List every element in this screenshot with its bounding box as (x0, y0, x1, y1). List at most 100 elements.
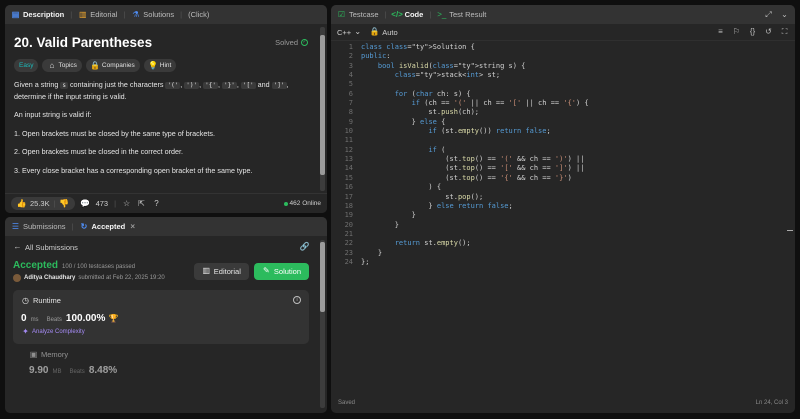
editorial-button[interactable]: ▥ Editorial (193, 262, 249, 280)
problem-title: 20. Valid Parentheses (14, 35, 153, 50)
memory-unit: MB (52, 369, 62, 375)
tab-divider: | (123, 10, 126, 19)
runtime-value: 0 (21, 313, 27, 324)
chevron-down-icon[interactable]: ⌄ (780, 10, 789, 19)
tab-editorial-label: Editorial (90, 10, 118, 19)
code-editor[interactable]: 1 class class="ty">Solution {2 public: 3 bo… (331, 43, 785, 393)
line-number: 24 (344, 257, 353, 266)
rule-item: 3. Every close bracket has a correspondi… (14, 165, 253, 175)
line-number: 8 (348, 108, 353, 117)
tab-submissions[interactable]: ☰ Submissions (11, 222, 66, 231)
chevron-down-icon: ⌄ (354, 27, 362, 36)
code-line[interactable]: 19 } (331, 211, 785, 220)
code-text: } else return false; (361, 201, 513, 210)
scroll-thumb[interactable] (320, 35, 325, 175)
tab-divider: | (71, 222, 74, 231)
bookmark-icon[interactable]: ⚐ (732, 28, 741, 37)
code-line[interactable]: 21 (331, 230, 785, 239)
all-submissions-link[interactable]: ← All Submissions (13, 243, 78, 252)
star-icon[interactable]: ☆ (122, 199, 131, 208)
analyze-label: Analyze Complexity (32, 328, 85, 335)
accepted-status: Accepted (13, 260, 59, 271)
online-count: 462 Online (289, 200, 321, 207)
code-text: if (st.empty()) return false; (428, 127, 551, 136)
description-scrollbar[interactable] (320, 27, 325, 191)
code-line[interactable]: 12 if ( (331, 146, 785, 155)
valid-intro: An input string is valid if: (14, 110, 92, 119)
code-line[interactable]: 11 (331, 136, 785, 145)
tab-solutions[interactable]: ⚗ Solutions (131, 10, 174, 19)
code-line[interactable]: 23 } (331, 249, 785, 258)
auto-mode[interactable]: 🔒 Auto (370, 28, 398, 37)
line-number: 4 (348, 71, 353, 80)
reset-icon[interactable]: ↺ (764, 28, 773, 37)
code-line[interactable]: 6 for (char ch: s) { (331, 90, 785, 99)
inline-code: ')' (184, 82, 200, 89)
code-line[interactable]: 4 class="ty">stack<int> st; (331, 71, 785, 80)
description-tabbar: ▤ Description | ▥ Editorial | ⚗ Solution… (5, 5, 327, 24)
link-icon[interactable]: 🔗 (300, 243, 310, 252)
code-line[interactable]: 9 } else { (331, 118, 785, 127)
code-line[interactable]: 22 return st.empty(); (331, 239, 785, 248)
code-line[interactable]: 2 public: (331, 52, 785, 61)
help-icon[interactable]: ? (152, 199, 161, 208)
braces-icon[interactable]: {} (748, 28, 757, 37)
memory-card: ▣ Memory 9.90 MB Beats 8.48% (13, 344, 309, 382)
code-line[interactable]: 14 (st.top() == '[' && ch == ']') || (331, 164, 785, 173)
thumbs-down-icon[interactable]: 👎 (59, 199, 69, 208)
tab-accepted-label: Accepted (91, 222, 126, 231)
tab-testcase[interactable]: ☑ Testcase (337, 10, 379, 19)
submission-scrollbar[interactable] (320, 240, 325, 408)
memory-label: Memory (41, 350, 69, 359)
line-number: 23 (344, 248, 353, 257)
tab-editorial[interactable]: ▥ Editorial (78, 10, 117, 19)
code-line[interactable]: 17 st.pop(); (331, 193, 785, 202)
line-number: 19 (344, 211, 353, 220)
author-name[interactable]: Aditya Chaudhary (24, 275, 75, 281)
inline-code: '{' (203, 82, 218, 89)
tab-divider: | (70, 10, 73, 19)
share-icon[interactable]: ⇱ (137, 199, 146, 208)
solution-button[interactable]: ✎ Solution (253, 262, 309, 280)
code-line[interactable]: 5 (331, 80, 785, 89)
scroll-thumb[interactable] (320, 242, 325, 312)
code-line[interactable]: 13 (st.top() == '(' && ch == ')') || (331, 155, 785, 164)
code-line[interactable]: 15 (st.top() == '{' && ch == '}') (331, 174, 785, 183)
code-line[interactable]: 8 st.push(ch); (331, 108, 785, 117)
submission-tabbar: ☰ Submissions | ↻ Accepted × (5, 217, 327, 236)
code-line[interactable]: 18 } else return false; (331, 202, 785, 211)
expand-icon[interactable]: ⤢ (764, 10, 773, 19)
format-icon[interactable]: ≡ (716, 28, 725, 37)
hint-chip[interactable]: 💡 Hint (143, 59, 177, 72)
close-icon[interactable]: × (128, 222, 137, 231)
language-select[interactable]: C++ ⌄ (337, 28, 362, 37)
tab-description[interactable]: ▤ Description (11, 10, 65, 19)
code-line[interactable]: 16 ) { (331, 183, 785, 192)
terminal-icon: >_ (437, 9, 447, 19)
rule-item: 2. Open brackets must be closed in the c… (14, 147, 183, 156)
tab-code[interactable]: </> Code (391, 10, 423, 19)
info-icon[interactable]: i (293, 296, 301, 304)
code-line[interactable]: 7 if (ch == '(' || ch == '[' || ch == '{… (331, 99, 785, 108)
tab-accepted[interactable]: ↻ Accepted × (79, 222, 137, 231)
tab-click[interactable]: (Click) (188, 10, 209, 19)
fullscreen-icon[interactable]: ⛶ (780, 28, 789, 37)
companies-chip[interactable]: 🔒 Companies (85, 59, 140, 72)
line-number: 20 (344, 220, 353, 229)
submission-details: ← All Submissions 🔗 Accepted 100 / 100 te… (5, 236, 317, 413)
tab-test-result[interactable]: >_ Test Result (437, 10, 486, 19)
statement-text: Given a string (14, 80, 61, 89)
submission-author: Aditya Chaudhary submitted at Feb 22, 20… (13, 274, 165, 282)
topics-chip[interactable]: ⌂ Topics (42, 59, 82, 72)
code-line[interactable]: 20 } (331, 221, 785, 230)
code-line[interactable]: 1 class class="ty">Solution { (331, 43, 785, 52)
analyze-complexity-link[interactable]: ✦ Analyze Complexity (21, 327, 301, 336)
comment-icon[interactable]: 💬 (80, 199, 90, 208)
code-line[interactable]: 24}; (331, 258, 785, 267)
thumbs-up-icon[interactable]: 👍 (17, 199, 27, 208)
scroll-marker (787, 230, 793, 231)
comment-count: 473 (95, 199, 109, 208)
like-dislike-group: 👍 25.3K | 👎 (11, 197, 75, 210)
code-line[interactable]: 10 if (st.empty()) return false; (331, 127, 785, 136)
code-line[interactable]: 3 bool isValid(class="ty">string s) { (331, 62, 785, 71)
